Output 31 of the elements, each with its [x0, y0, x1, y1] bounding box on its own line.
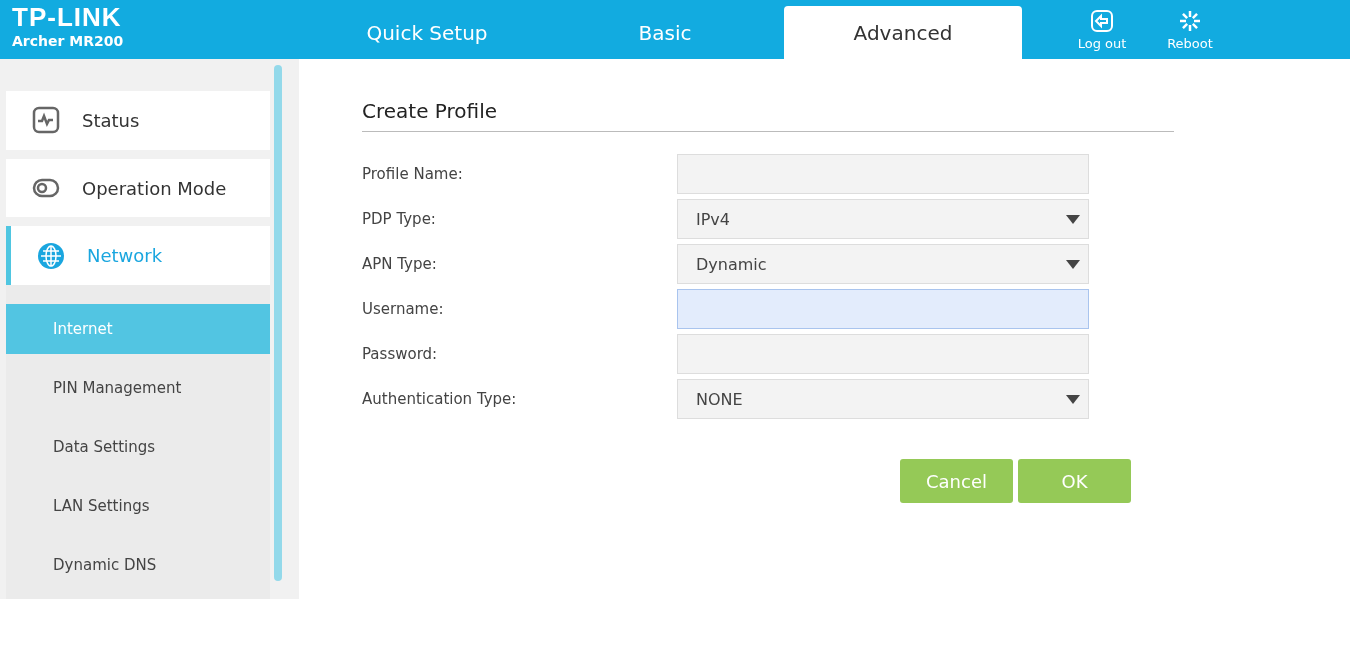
input-field[interactable]: [677, 334, 1089, 374]
input-field[interactable]: [677, 289, 1089, 329]
submenu-item[interactable]: Dynamic DNS: [6, 540, 270, 590]
nav-tab[interactable]: Advanced: [784, 6, 1022, 59]
submenu-item[interactable]: Data Settings: [6, 422, 270, 472]
sidebar-item[interactable]: Operation Mode: [6, 158, 270, 218]
toggle-icon: [32, 177, 60, 199]
submenu-item[interactable]: LAN Settings: [6, 481, 270, 531]
input-field[interactable]: [677, 154, 1089, 194]
dropdown[interactable]: IPv4: [677, 199, 1089, 239]
field-label: Username:: [362, 300, 445, 318]
caret-icon: [1066, 259, 1080, 269]
logo: TP-LINK: [12, 5, 123, 29]
model-name: Archer MR200: [12, 33, 125, 49]
field-label: APN Type:: [362, 255, 438, 273]
form-title: Create Profile: [362, 99, 1174, 132]
sidebar-item[interactable]: Status: [6, 91, 270, 150]
field-label: Profile Name:: [362, 165, 464, 183]
caret-icon: [1066, 214, 1080, 224]
field-label: PDP Type:: [362, 210, 437, 228]
field-label: Authentication Type:: [362, 390, 518, 408]
dropdown[interactable]: Dynamic: [677, 244, 1089, 284]
globe-icon: [37, 241, 65, 270]
spinner-icon: [1178, 8, 1202, 33]
scrollbar[interactable]: [274, 65, 282, 581]
logout-icon: [1090, 8, 1114, 33]
submenu-item[interactable]: PIN Management: [6, 363, 270, 413]
field-label: Password:: [362, 345, 439, 363]
dropdown[interactable]: NONE: [677, 379, 1089, 419]
pulse-icon: [32, 106, 60, 135]
caret-icon: [1066, 394, 1080, 404]
